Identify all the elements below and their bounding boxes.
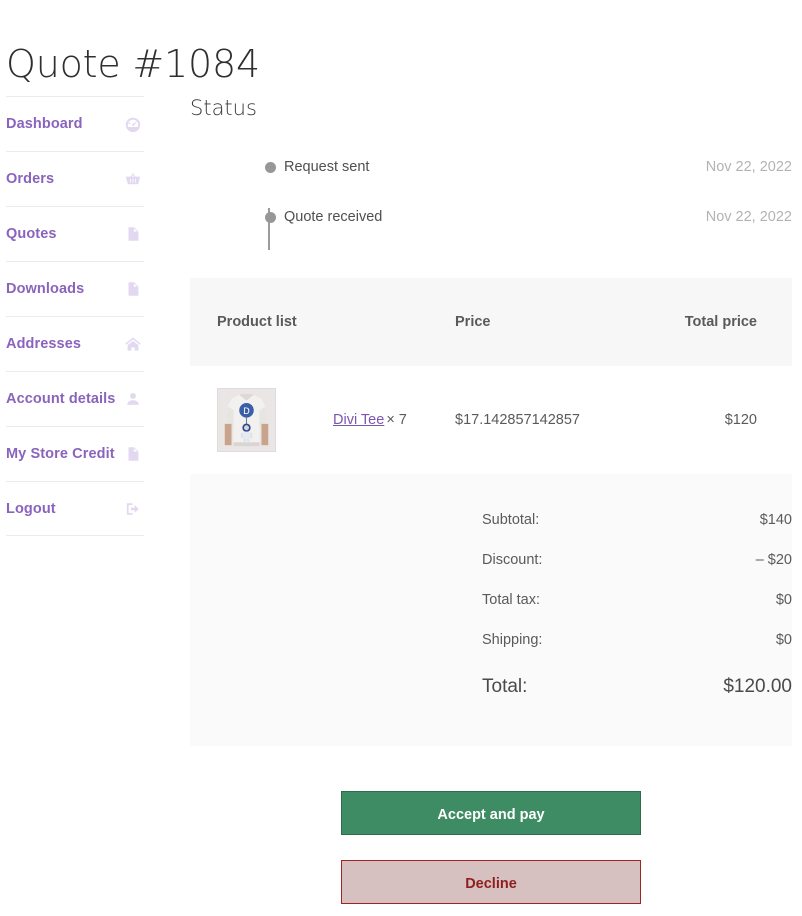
table-header-row: Product list Price Total price xyxy=(190,278,792,366)
totals-label: Subtotal: xyxy=(482,512,540,528)
account-sidebar: Dashboard Orders Quotes Downloads Addres xyxy=(6,96,144,536)
column-header-product-list: Product list xyxy=(190,278,455,366)
page-title: Quote #1084 xyxy=(6,42,260,87)
sidebar-item-downloads[interactable]: Downloads xyxy=(6,261,144,316)
document-icon xyxy=(124,225,142,243)
decline-button[interactable]: Decline xyxy=(341,860,641,904)
sidebar-item-label: Dashboard xyxy=(6,116,83,132)
sidebar-item-orders[interactable]: Orders xyxy=(6,151,144,206)
sidebar-item-label: Addresses xyxy=(6,336,82,352)
timeline-event-date: Nov 22, 2022 xyxy=(705,209,792,225)
user-icon xyxy=(124,390,142,408)
status-timeline: Request sent Nov 22, 2022 Quote received… xyxy=(190,142,792,250)
totals-table: Subtotal: $140 Discount: – $20 Total tax… xyxy=(190,500,792,710)
quote-detail-page: Quote #1084 Dashboard Orders Quotes Down… xyxy=(0,0,802,916)
sidebar-item-account-details[interactable]: Account details xyxy=(6,371,144,426)
totals-row-subtotal: Subtotal: $140 xyxy=(190,500,792,540)
sign-out-icon xyxy=(124,500,142,518)
totals-value: $0 xyxy=(775,632,792,648)
table-body: D Divi Tee × 7 $17.142857142857 $120 xyxy=(190,366,792,474)
timeline-dot-icon xyxy=(265,162,276,173)
shopping-basket-icon xyxy=(124,170,142,188)
status-heading: Status xyxy=(190,96,257,120)
grand-total-label: Total: xyxy=(482,676,528,697)
document-icon xyxy=(124,445,142,463)
totals-spacer xyxy=(190,500,482,540)
sidebar-item-quotes[interactable]: Quotes xyxy=(6,206,144,261)
file-download-icon xyxy=(124,280,142,298)
totals-label: Shipping: xyxy=(482,632,543,648)
totals-row-total-tax: Total tax: $0 xyxy=(190,580,792,620)
sidebar-item-label: Quotes xyxy=(6,226,57,242)
totals-value: – $20 xyxy=(755,552,792,568)
timeline-event-label: Request sent xyxy=(284,159,370,175)
cell-total-price: $120 xyxy=(635,366,792,474)
timeline-event-request-sent: Request sent Nov 22, 2022 xyxy=(262,142,792,192)
quote-totals-section: Subtotal: $140 Discount: – $20 Total tax… xyxy=(190,474,792,746)
table-header: Product list Price Total price xyxy=(190,278,792,366)
home-icon xyxy=(124,335,142,353)
totals-row-grand-total: Total: $120.00 xyxy=(190,660,792,710)
totals-spacer xyxy=(190,620,482,660)
totals-spacer xyxy=(190,660,482,710)
dashboard-gauge-icon xyxy=(124,115,142,133)
totals-row-shipping: Shipping: $0 xyxy=(190,620,792,660)
cell-product: D Divi Tee × 7 xyxy=(190,366,455,474)
timeline-event-date: Nov 22, 2022 xyxy=(705,159,792,175)
totals-label: Discount: xyxy=(482,552,543,568)
accept-and-pay-button[interactable]: Accept and pay xyxy=(341,791,641,835)
quote-products-table: Product list Price Total price D Divi Te… xyxy=(190,278,792,474)
timeline-event-label: Quote received xyxy=(284,209,383,225)
product-quantity: × 7 xyxy=(386,412,407,428)
cell-price: $17.142857142857 xyxy=(455,366,635,474)
sidebar-item-my-store-credit[interactable]: My Store Credit xyxy=(6,426,144,481)
sidebar-item-label: Account details xyxy=(6,391,116,407)
totals-row-discount: Discount: – $20 xyxy=(190,540,792,580)
sidebar-item-dashboard[interactable]: Dashboard xyxy=(6,96,144,151)
totals-spacer xyxy=(190,580,482,620)
sidebar-item-addresses[interactable]: Addresses xyxy=(6,316,144,371)
column-header-total-price: Total price xyxy=(635,278,792,366)
totals-value: $140 xyxy=(759,512,792,528)
sidebar-item-label: Downloads xyxy=(6,281,85,297)
sidebar-item-label: My Store Credit xyxy=(6,446,115,462)
timeline-dot-icon xyxy=(265,212,276,223)
quote-actions: Accept and pay Decline xyxy=(341,791,641,904)
quote-main-content: Status Request sent Nov 22, 2022 Quote r… xyxy=(190,96,792,746)
table-row: D Divi Tee × 7 $17.142857142857 $120 xyxy=(190,366,792,474)
product-link[interactable]: Divi Tee xyxy=(333,412,384,428)
timeline-event-quote-received: Quote received Nov 22, 2022 xyxy=(262,192,792,242)
totals-spacer xyxy=(190,540,482,580)
product-name-wrap: Divi Tee × 7 xyxy=(333,412,407,428)
sidebar-item-logout[interactable]: Logout xyxy=(6,481,144,536)
totals-value: $0 xyxy=(775,592,792,608)
svg-text:D: D xyxy=(243,407,250,417)
grand-total-value: $120.00 xyxy=(723,676,792,697)
totals-label: Total tax: xyxy=(482,592,541,608)
sidebar-item-label: Logout xyxy=(6,500,56,517)
column-header-price: Price xyxy=(455,278,635,366)
product-thumbnail-image: D xyxy=(217,388,276,452)
sidebar-item-label: Orders xyxy=(6,171,55,187)
